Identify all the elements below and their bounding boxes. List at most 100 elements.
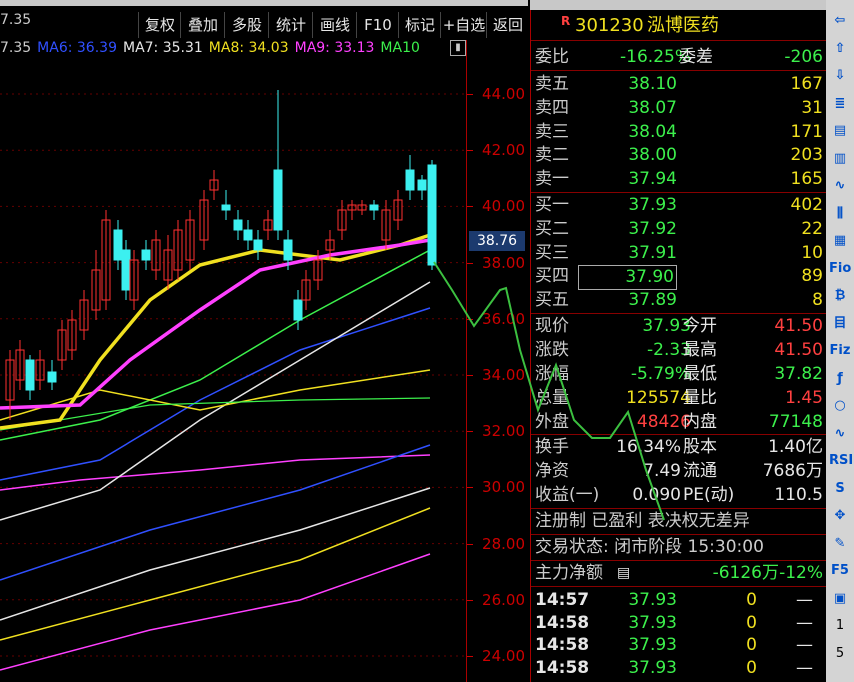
quote-value: 77148: [768, 412, 823, 432]
bid-price: 37.93: [628, 195, 677, 215]
ask-volume: 167: [790, 74, 823, 94]
main-flow-label: 主力净额: [535, 563, 603, 583]
kline-chart[interactable]: [0, 60, 466, 682]
ma5-fragment: 7.35: [0, 12, 32, 28]
candle-body: [233, 219, 243, 231]
fundamental-row: 换手 16.34% 股本 1.40亿: [531, 436, 827, 459]
bid-price: 37.91: [628, 242, 677, 263]
candle-body: [369, 204, 379, 211]
side-tool-icon[interactable]: Fiz: [829, 340, 851, 362]
side-tool-icon[interactable]: Fio: [829, 258, 851, 280]
bid-volume: 402: [790, 195, 823, 215]
candle-body: [113, 229, 123, 261]
bid-row: 买五 37.89 8: [531, 289, 827, 312]
trade-status-row: 交易状态: 闭市阶段 15:30:00: [531, 536, 827, 559]
side-tool-icon[interactable]: ✎: [829, 533, 851, 555]
tick-price: 37.93: [628, 657, 677, 678]
side-tool-icon[interactable]: ₿: [829, 285, 851, 307]
side-tool-icon[interactable]: ≣: [829, 93, 851, 115]
side-tool-icon[interactable]: ▣: [829, 588, 851, 610]
side-tool-icon[interactable]: F5: [829, 560, 851, 582]
tick-price: 37.93: [628, 612, 677, 633]
overlay-button[interactable]: 叠加: [180, 12, 225, 38]
tick-time: 14:58: [535, 635, 590, 655]
panel-divider: [531, 560, 827, 561]
tick-time: 14:58: [535, 612, 590, 633]
side-tool-icon[interactable]: ✥: [829, 505, 851, 527]
ma-curve: [0, 553, 431, 671]
quote-label: 最低: [683, 364, 717, 384]
side-tool-icon[interactable]: ⇧: [829, 38, 851, 60]
side-tool-icon[interactable]: 1: [829, 615, 851, 637]
price-tick-label: 32.00: [482, 422, 525, 441]
bid-label: 买五: [535, 290, 569, 311]
quote-value: 41.50: [774, 340, 823, 360]
ask-price: 38.00: [628, 145, 677, 166]
draw-line-button[interactable]: 画线: [312, 12, 357, 38]
ask-volume: 31: [801, 97, 823, 118]
side-tool-icon[interactable]: ƒ: [829, 368, 851, 390]
tick-row: 14:57 37.93 0 —: [531, 589, 827, 612]
bid-volume: 10: [801, 242, 823, 263]
price-tick-label: 26.00: [482, 590, 525, 609]
candle-body: [141, 249, 151, 261]
fundamental-label: 净资: [535, 461, 569, 481]
order-ratio-label: 委比: [535, 47, 569, 67]
ma5-legend-fragment: 7.35: [0, 40, 32, 56]
legend-toggle-icon[interactable]: ▮: [450, 40, 466, 56]
side-tool-icon[interactable]: ▥: [829, 148, 851, 170]
fundamental-row: 收益(一) 0.090 PE(动) 110.5: [531, 484, 827, 507]
quote-value: 125574: [626, 388, 691, 408]
side-tool-icon[interactable]: 5: [829, 643, 851, 665]
side-tool-icon[interactable]: 目: [829, 313, 851, 335]
side-tool-icon[interactable]: S: [829, 478, 851, 500]
ask-volume: 171: [790, 121, 823, 142]
price-tick: [467, 543, 473, 545]
order-diff-value: -206: [784, 47, 823, 67]
f10-button[interactable]: F10: [356, 12, 399, 38]
mark-button[interactable]: 标记: [398, 12, 441, 38]
side-tool-icon[interactable]: ⇩: [829, 65, 851, 87]
side-tool-icon[interactable]: ⫼: [829, 203, 851, 225]
side-tool-icon[interactable]: RSI: [829, 450, 853, 472]
panel-top-strip: [530, 0, 826, 10]
candle-body: [221, 204, 231, 211]
side-tool-icon[interactable]: ○: [829, 395, 851, 417]
price-tick-label: 44.00: [482, 85, 525, 103]
ask-row: 卖四 38.07 31: [531, 97, 827, 120]
candle-body: [243, 229, 253, 241]
ask-row: 卖三 38.04 171: [531, 121, 827, 144]
trade-status-text: 交易状态: 闭市阶段 15:30:00: [535, 537, 764, 557]
multi-stock-button[interactable]: 多股: [224, 12, 269, 38]
ma-legend: 7.35 MA6: 36.39 MA7: 35.31 MA8: 34.03 MA9: 3…: [0, 40, 470, 58]
price-axis: 44.00 42.00 40.00 38.00 36.00 34.00 32.00 30.00…: [466, 40, 529, 682]
quote-row: 外盘 48426 内盘 77148: [531, 411, 827, 434]
price-tick: [467, 431, 473, 433]
side-tool-icon[interactable]: ∿: [829, 423, 851, 445]
price-tick-label: 40.00: [482, 197, 525, 216]
add-watchlist-button[interactable]: +自选: [440, 12, 487, 38]
side-tool-icon[interactable]: ▦: [829, 230, 851, 252]
side-tool-icon[interactable]: ⇦: [829, 10, 851, 32]
ma-legend-item: MA8: 34.03: [208, 40, 289, 56]
fundamental-value: 7.49: [643, 461, 681, 481]
side-tool-icon[interactable]: ▤: [829, 120, 851, 142]
candle-body: [405, 169, 415, 191]
back-button[interactable]: 返回: [486, 12, 529, 38]
price-tick: [467, 375, 473, 376]
fuquan-button[interactable]: 复权: [138, 12, 181, 38]
tick-row: 14:58 37.93 0 —: [531, 657, 827, 680]
quote-label: 最高: [683, 340, 717, 360]
candle-body: [427, 164, 437, 266]
stock-code: 301230: [575, 15, 644, 36]
quote-value: 1.45: [785, 388, 823, 408]
tick-time: 14:58: [535, 657, 590, 678]
statistics-button[interactable]: 统计: [268, 12, 313, 38]
tick-volume: 0: [746, 590, 757, 610]
quote-label: 涨幅: [535, 364, 569, 384]
ask-label: 卖一: [535, 169, 569, 190]
side-tool-icon[interactable]: ∿: [829, 175, 851, 197]
stock-name: 泓博医药: [647, 15, 719, 36]
order-diff-label: 委差: [679, 47, 713, 67]
registration-row: 注册制 已盈利 表决权无差异: [531, 510, 827, 533]
